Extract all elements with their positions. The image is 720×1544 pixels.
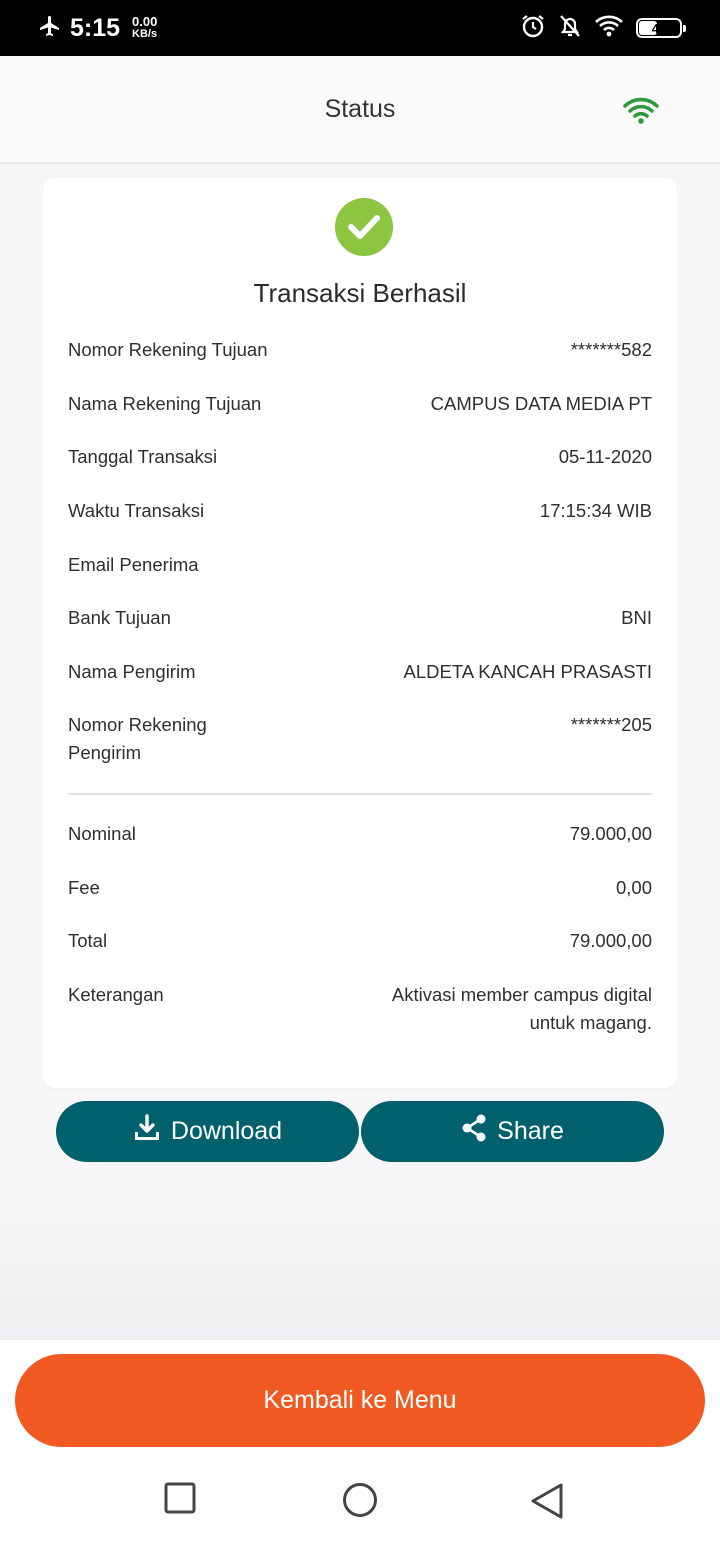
- detail-label: Nomor Rekening Pengirim: [68, 714, 207, 763]
- detail-row-sender-name: Nama Pengirim ALDETA KANCAH PRASASTI: [68, 658, 652, 686]
- network-speed-unit: KB/s: [132, 28, 158, 40]
- amount-value: 79.000,00: [569, 823, 652, 844]
- detail-label: Waktu Transaksi: [68, 500, 205, 521]
- mute-notification-icon: [558, 13, 582, 44]
- detail-label: Email Penerima: [68, 554, 199, 575]
- detail-row-sender-account: Nomor Rekening Pengirim *******205: [68, 711, 652, 767]
- amount-value: 79.000,00: [569, 930, 652, 951]
- amount-label: Total: [68, 930, 108, 951]
- detail-row-transaction-date: Tanggal Transaksi 05-11-2020: [68, 443, 652, 471]
- detail-value: 17:15:34 WIB: [539, 500, 652, 521]
- download-button-label: Download: [170, 1117, 283, 1145]
- success-check-icon: [335, 198, 393, 256]
- amount-label: Nominal: [68, 823, 136, 844]
- wifi-signal-icon: [594, 14, 624, 43]
- detail-value: *******582: [570, 339, 652, 360]
- download-button[interactable]: Download: [56, 1101, 359, 1162]
- battery-level: 43: [651, 20, 667, 36]
- airplane-mode-icon: [38, 14, 62, 43]
- detail-label: Nama Rekening Tujuan: [68, 393, 262, 414]
- detail-label: Nomor Rekening Tujuan: [68, 339, 268, 360]
- detail-row-destination-account: Nomor Rekening Tujuan *******582: [68, 336, 652, 364]
- detail-value: 05-11-2020: [558, 446, 652, 467]
- transaction-receipt-card: Transaksi Berhasil Nomor Rekening Tujuan…: [43, 178, 677, 1088]
- amount-row-fee: Fee 0,00: [68, 874, 652, 902]
- network-speed-value: 0.00: [132, 14, 158, 29]
- system-status-bar: 5:15 0.00 KB/s 43: [0, 0, 720, 56]
- share-button-label: Share: [497, 1117, 564, 1145]
- background-fade: [0, 1200, 720, 1340]
- detail-value: CAMPUS DATA MEDIA PT: [430, 393, 652, 414]
- download-icon: [133, 1114, 161, 1149]
- amount-row-total: Total 79.000,00: [68, 927, 652, 955]
- amount-label: Keterangan: [68, 984, 164, 1005]
- detail-value: ALDETA KANCAH PRASASTI: [403, 661, 652, 682]
- app-header: Status: [0, 56, 720, 164]
- detail-row-transaction-time: Waktu Transaksi 17:15:34 WIB: [68, 497, 652, 525]
- share-button[interactable]: Share: [361, 1101, 664, 1162]
- detail-value: BNI: [621, 607, 652, 628]
- detail-row-destination-name: Nama Rekening Tujuan CAMPUS DATA MEDIA P…: [68, 390, 652, 418]
- detail-label: Bank Tujuan: [68, 607, 171, 628]
- back-button[interactable]: [530, 1482, 564, 1525]
- alarm-icon: [520, 13, 546, 44]
- divider: [68, 793, 652, 795]
- detail-value: *******205: [570, 714, 652, 735]
- system-navigation-bar: [0, 1460, 720, 1544]
- back-to-menu-button[interactable]: Kembali ke Menu: [15, 1354, 705, 1447]
- home-button[interactable]: [342, 1482, 378, 1523]
- battery-icon: 43: [636, 18, 686, 38]
- amount-value: 0,00: [615, 877, 652, 898]
- detail-row-recipient-email: Email Penerima: [68, 551, 652, 579]
- amount-row-description: Keterangan Aktivasi member campus digita…: [68, 981, 652, 1037]
- amount-label: Fee: [68, 877, 100, 898]
- share-icon: [461, 1114, 487, 1149]
- transaction-status-title: Transaksi Berhasil: [253, 278, 467, 308]
- detail-row-destination-bank: Bank Tujuan BNI: [68, 604, 652, 632]
- clock: 5:15: [70, 13, 121, 42]
- recent-apps-button[interactable]: [164, 1482, 196, 1519]
- detail-label: Nama Pengirim: [68, 661, 196, 682]
- network-speed: 0.00 KB/s: [132, 14, 158, 40]
- detail-label: Tanggal Transaksi: [68, 446, 218, 467]
- page-title: Status: [324, 94, 396, 123]
- connection-status-icon: [622, 96, 660, 129]
- amount-row-nominal: Nominal 79.000,00: [68, 820, 652, 848]
- amount-value: Aktivasi member campus digital untuk mag…: [391, 984, 652, 1033]
